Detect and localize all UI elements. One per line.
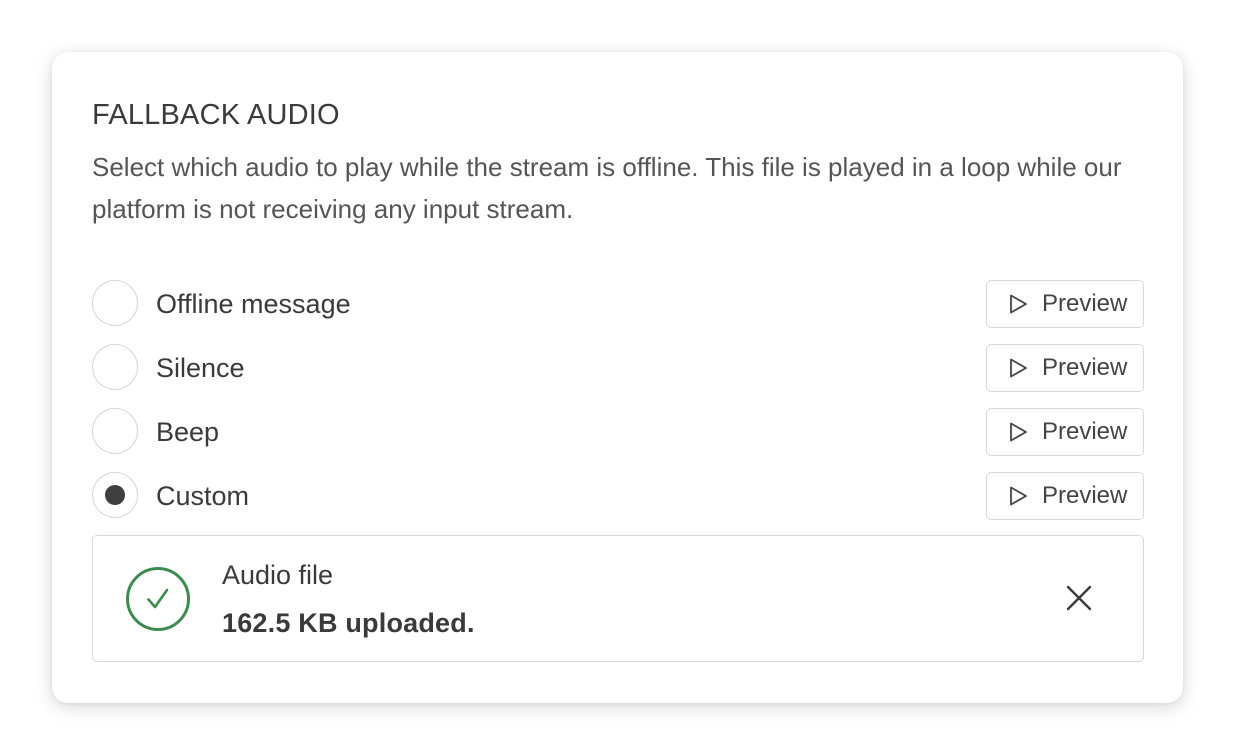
option-offline-message[interactable]: Offline message Preview — [92, 280, 1144, 328]
preview-button-label: Preview — [1042, 418, 1128, 445]
file-label: Audio file — [222, 560, 334, 590]
preview-button-label: Preview — [1042, 354, 1128, 381]
upload-status: 162.5 KB uploaded. — [222, 608, 475, 638]
radio-offline-message[interactable] — [92, 280, 138, 326]
play-icon — [1010, 422, 1027, 442]
play-icon — [1010, 358, 1027, 378]
radio-silence[interactable] — [92, 344, 138, 390]
section-title: FALLBACK AUDIO — [92, 99, 340, 131]
section-description: Select which audio to play while the str… — [92, 152, 1122, 224]
check-circle-icon — [126, 567, 190, 631]
option-custom[interactable]: Custom Preview — [92, 472, 1144, 520]
play-icon — [1010, 294, 1027, 314]
option-label: Beep — [156, 417, 220, 447]
preview-button-offline-message[interactable]: Preview — [986, 280, 1144, 328]
option-label: Silence — [156, 353, 245, 383]
radio-beep[interactable] — [92, 408, 138, 454]
preview-button-beep[interactable]: Preview — [986, 408, 1144, 456]
preview-button-silence[interactable]: Preview — [986, 344, 1144, 392]
close-icon[interactable] — [1061, 580, 1097, 616]
option-label: Offline message — [156, 289, 351, 319]
option-silence[interactable]: Silence Preview — [92, 344, 1144, 392]
radio-custom[interactable] — [92, 472, 138, 518]
radio-dot — [105, 485, 125, 505]
option-beep[interactable]: Beep Preview — [92, 408, 1144, 456]
play-icon — [1010, 486, 1027, 506]
preview-button-custom[interactable]: Preview — [986, 472, 1144, 520]
preview-button-label: Preview — [1042, 482, 1128, 509]
option-label: Custom — [156, 481, 250, 511]
fallback-audio-card: FALLBACK AUDIO Select which audio to pla… — [52, 52, 1183, 703]
preview-button-label: Preview — [1042, 290, 1128, 317]
uploaded-file-panel: Audio file 162.5 KB uploaded. — [92, 535, 1144, 662]
